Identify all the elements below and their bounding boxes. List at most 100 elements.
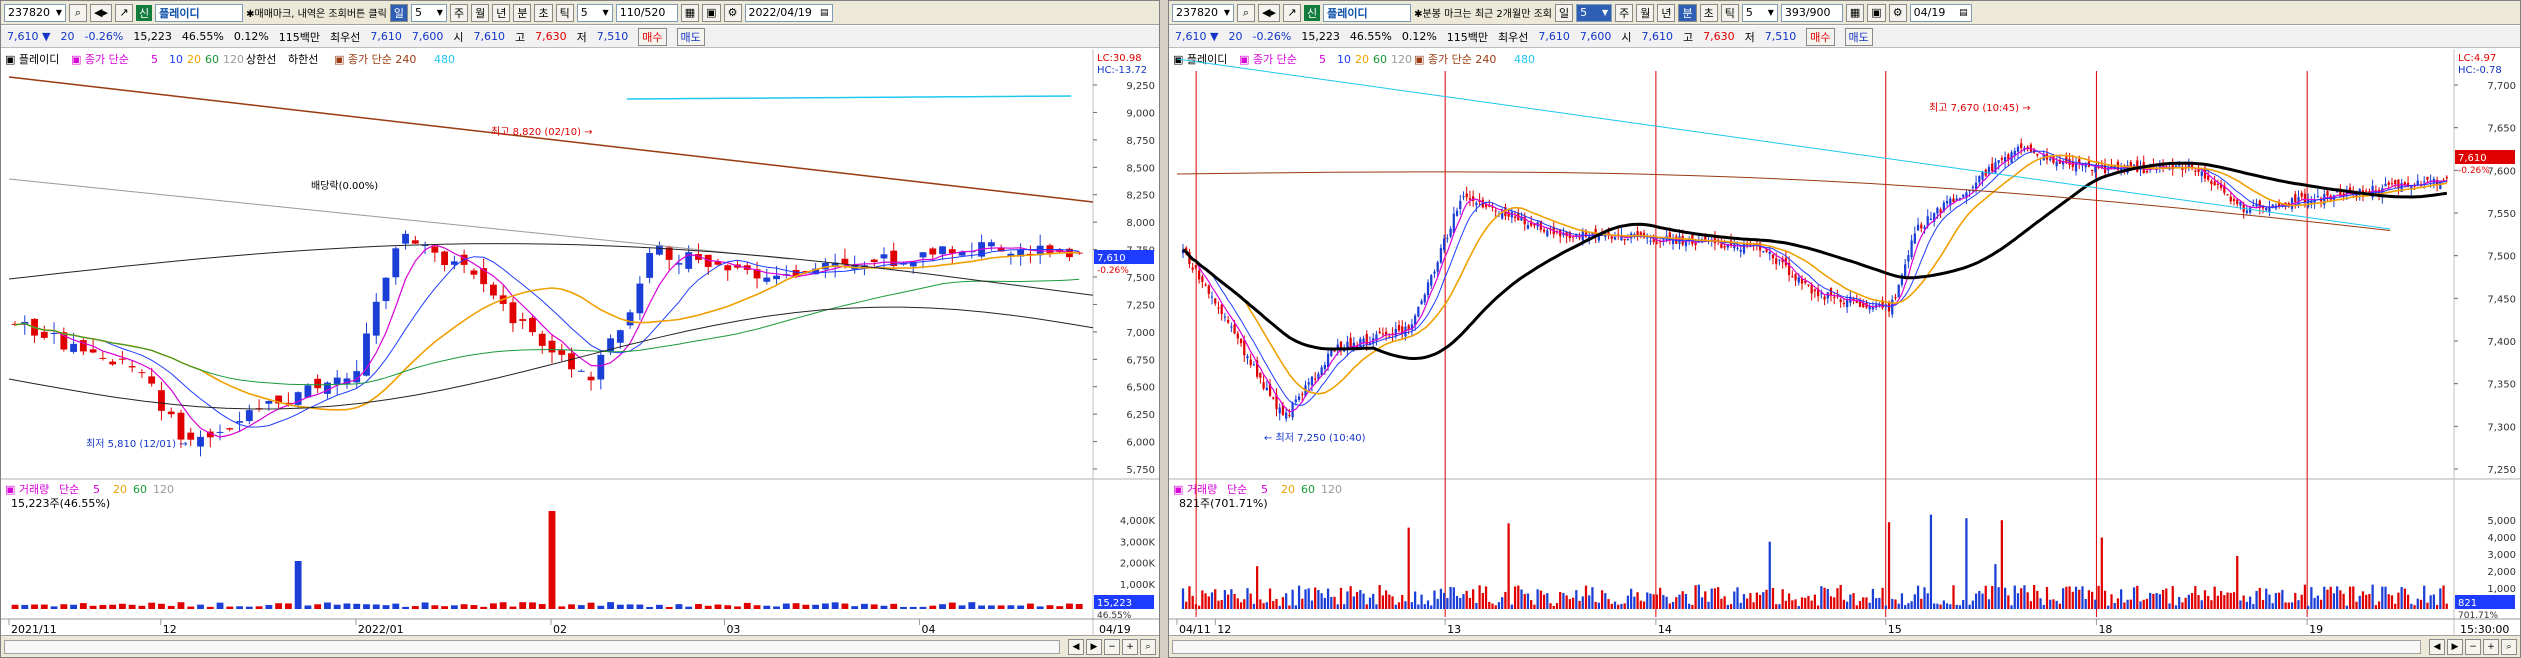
- chevron-down-icon[interactable]: ▼: [1768, 8, 1774, 17]
- search-button[interactable]: ⌕: [69, 3, 87, 22]
- candle-body: [2078, 158, 2081, 163]
- period-count-select[interactable]: 5 ▼: [410, 3, 447, 22]
- scroll-prev-button[interactable]: ◀: [2429, 638, 2445, 655]
- search-button[interactable]: ⌕: [1237, 3, 1255, 22]
- period-tick[interactable]: 틱: [1720, 3, 1739, 22]
- grid-button[interactable]: ▦: [1845, 3, 1865, 22]
- volume-bar: [1636, 592, 1639, 609]
- arrow-button[interactable]: ↗: [114, 3, 133, 22]
- period-minute[interactable]: 분: [513, 3, 532, 22]
- volume-bar: [1452, 587, 1455, 609]
- period-month[interactable]: 월: [471, 3, 490, 22]
- period-minute[interactable]: 분: [1678, 3, 1697, 22]
- price-tick-label: 7,500: [2487, 252, 2516, 263]
- volume-bar: [1539, 590, 1542, 609]
- volume-bar: [2439, 588, 2442, 609]
- scroll-next-button[interactable]: ▶: [1086, 638, 1102, 655]
- date-input[interactable]: 04/19 ▤: [1909, 3, 1972, 22]
- period-second[interactable]: 초: [534, 3, 553, 22]
- period-tick[interactable]: 틱: [555, 3, 574, 22]
- candle-body: [1652, 239, 1655, 242]
- period-count-select[interactable]: 5 ▼: [1576, 3, 1613, 22]
- volume-tick-label: 4,000: [2487, 533, 2516, 544]
- candle-body: [987, 242, 995, 247]
- period-day[interactable]: 일: [1554, 3, 1574, 22]
- volume-bar: [880, 605, 888, 609]
- info-low-label: 저: [1744, 30, 1755, 44]
- grid-button[interactable]: ▦: [680, 3, 700, 22]
- candle-body: [99, 357, 107, 359]
- chart-area[interactable]: ▣ 플레이디 ▣ 종가 단순 5 10 20 60 120 상한선 하한선 ▣ 종가 단순 240…: [1, 49, 1159, 637]
- period-day-label: 일: [393, 6, 404, 20]
- candle-body: [109, 361, 117, 365]
- calendar-icon[interactable]: ▤: [1959, 8, 1968, 18]
- period-week[interactable]: 주: [1615, 3, 1634, 22]
- interval-select[interactable]: 5 ▼: [576, 3, 613, 22]
- zoom-in-button[interactable]: +: [1122, 638, 1138, 655]
- candle-body: [655, 245, 663, 255]
- calendar-icon[interactable]: ▤: [820, 8, 829, 18]
- volume-bar: [1933, 603, 1936, 609]
- horizontal-scrollbar[interactable]: [4, 639, 1060, 654]
- zoom-out-button[interactable]: −: [2465, 638, 2481, 655]
- volume-bar: [929, 605, 937, 609]
- stock-code-input[interactable]: 237820 ▼: [4, 3, 66, 22]
- volume-bar: [1820, 586, 1823, 609]
- volume-bar: [392, 603, 400, 609]
- stock-name-text: 플레이디: [159, 6, 200, 20]
- chevron-down-icon[interactable]: ▼: [437, 8, 443, 17]
- period-second[interactable]: 초: [1699, 3, 1718, 22]
- volume-bar: [2226, 592, 2229, 609]
- zoom-reset-button[interactable]: ⌕: [2501, 638, 2517, 655]
- sell-button[interactable]: 매도: [1844, 27, 1873, 46]
- chevron-down-icon[interactable]: ▼: [1602, 8, 1608, 17]
- stock-name: 플레이디: [1323, 3, 1412, 22]
- scroll-prev-button[interactable]: ◀: [1068, 638, 1084, 655]
- period-week[interactable]: 주: [449, 3, 469, 22]
- chevron-down-icon[interactable]: ▼: [603, 8, 609, 17]
- volume-bar: [1707, 601, 1710, 609]
- chevron-down-icon[interactable]: ▼: [1224, 8, 1230, 17]
- volume-bar: [2152, 593, 2155, 609]
- buy-button[interactable]: 매수: [1806, 27, 1835, 46]
- sound-button[interactable]: ◀▸: [90, 3, 112, 22]
- zoom-in-button[interactable]: +: [2483, 638, 2499, 655]
- volume-bar: [1478, 585, 1481, 609]
- volume-bar: [1568, 599, 1571, 609]
- candle-body: [382, 277, 390, 302]
- horizontal-scrollbar[interactable]: [1172, 639, 2421, 654]
- period-year[interactable]: 년: [492, 3, 511, 22]
- volume-bar: [2049, 599, 2052, 609]
- period-month[interactable]: 월: [1636, 3, 1655, 22]
- date-input[interactable]: 2022/04/19 ▤: [744, 3, 833, 22]
- count-input[interactable]: 110/520: [615, 3, 678, 22]
- save-button[interactable]: ▣: [702, 3, 721, 22]
- save-button[interactable]: ▣: [1867, 3, 1886, 22]
- period-day[interactable]: 일: [389, 3, 408, 22]
- volume-bar: [1726, 604, 1729, 609]
- sound-button[interactable]: ◀▸: [1258, 3, 1280, 22]
- daily-chart-svg[interactable]: ▣ 플레이디 ▣ 종가 단순 5 10 20 60 120 상한선 하한선 ▣ 종가 단순 240…: [1, 49, 1159, 637]
- arrow-button[interactable]: ↗: [1282, 3, 1301, 22]
- count-input[interactable]: 393/900: [1780, 3, 1843, 22]
- scroll-next-button[interactable]: ▶: [2447, 638, 2463, 655]
- candle-body: [1381, 333, 1385, 335]
- settings-button[interactable]: ⚙: [1888, 3, 1907, 22]
- volume-bar: [2123, 602, 2126, 609]
- chevron-down-icon[interactable]: ▼: [56, 8, 62, 17]
- zoom-reset-button[interactable]: ⌕: [1140, 638, 1156, 655]
- chart-background: [1169, 49, 2520, 637]
- chart-area[interactable]: ▣ 플레이디 ▣ 종가 단순 5 10 20 60 120 ▣ 종가 단순 240 480 LC:…: [1169, 49, 2520, 637]
- gear-icon: ⚙: [1892, 6, 1903, 19]
- period-year[interactable]: 년: [1657, 3, 1676, 22]
- sell-button[interactable]: 매도: [676, 27, 705, 46]
- candle-body: [616, 330, 624, 343]
- minus-icon: −: [2469, 641, 2477, 652]
- minute-chart-svg[interactable]: ▣ 플레이디 ▣ 종가 단순 5 10 20 60 120 ▣ 종가 단순 240 480 LC:…: [1169, 49, 2520, 637]
- interval-select[interactable]: 5 ▼: [1741, 3, 1778, 22]
- buy-button[interactable]: 매수: [638, 27, 667, 46]
- stock-code-input[interactable]: 237820 ▼: [1172, 3, 1234, 22]
- candle-body: [587, 376, 595, 381]
- zoom-out-button[interactable]: −: [1104, 638, 1120, 655]
- settings-button[interactable]: ⚙: [723, 3, 742, 22]
